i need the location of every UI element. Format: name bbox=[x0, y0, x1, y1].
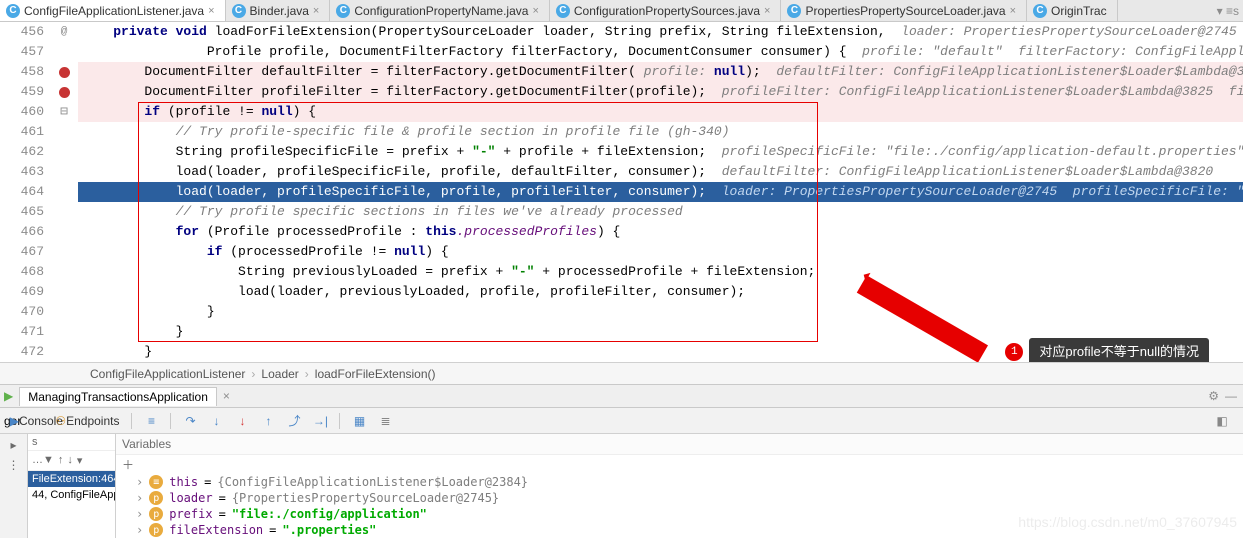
thread-dropdown-icon[interactable]: …▼ bbox=[32, 454, 54, 467]
tab-cps[interactable]: C ConfigurationPropertySources.java × bbox=[550, 0, 782, 21]
var-prefix: ›pprefix = "file:./config/application" bbox=[116, 506, 1243, 522]
frames-panel[interactable]: s …▼ ↑ ↓ ▾ FileExtension:464, 44, Config… bbox=[28, 434, 116, 538]
var-loader: ›ploader = {PropertiesPropertySourceLoad… bbox=[116, 490, 1243, 506]
callout-text: 对应profile不等于null的情况 bbox=[1029, 338, 1209, 362]
tab-origintrac[interactable]: C OriginTrac bbox=[1027, 0, 1118, 21]
endpoints-tab[interactable]: ⚇ Endpoints bbox=[51, 410, 123, 432]
evaluate-icon[interactable]: ▦ bbox=[348, 410, 370, 432]
tab-label: PropertiesPropertySourceLoader.java bbox=[805, 4, 1005, 18]
stack-frame[interactable]: 44, ConfigFileApplic bbox=[28, 487, 115, 503]
param-icon: p bbox=[149, 507, 163, 521]
console-tab[interactable]: ▶ Console bbox=[25, 410, 47, 432]
close-icon[interactable]: × bbox=[208, 5, 214, 17]
tabs-overflow-icon[interactable]: ▾ ≡s bbox=[1213, 0, 1243, 21]
breakpoint-icon[interactable] bbox=[59, 87, 70, 98]
java-class-icon: C bbox=[556, 4, 570, 18]
tab-binder[interactable]: C Binder.java × bbox=[226, 0, 331, 21]
step-over-icon[interactable]: ↷ bbox=[179, 410, 201, 432]
callout-badge: 1 bbox=[1005, 343, 1023, 361]
gutter-marks[interactable]: @ ⊟ bbox=[50, 22, 78, 362]
force-step-into-icon[interactable]: ↓ bbox=[231, 410, 253, 432]
more-icon[interactable]: ⋮ bbox=[8, 458, 20, 472]
frames-header: s bbox=[28, 434, 115, 451]
java-class-icon: C bbox=[336, 4, 350, 18]
breakpoint-icon[interactable] bbox=[59, 67, 70, 78]
breadcrumb-item[interactable]: Loader bbox=[261, 367, 298, 381]
variables-panel[interactable]: Variables ＋ ›≡this = {ConfigFileApplicat… bbox=[116, 434, 1243, 538]
close-icon[interactable]: × bbox=[223, 389, 230, 403]
stack-frame[interactable]: FileExtension:464, bbox=[28, 471, 115, 487]
code-editor[interactable]: 456457458459 460461462463 464465466467 4… bbox=[0, 22, 1243, 362]
java-class-icon: C bbox=[1033, 4, 1047, 18]
trace-icon[interactable]: ≣ bbox=[374, 410, 396, 432]
code-area[interactable]: private void loadForFileExtension(Proper… bbox=[78, 22, 1243, 362]
var-this: ›≡this = {ConfigFileApplicationListener$… bbox=[116, 474, 1243, 490]
show-execution-icon[interactable]: ≡ bbox=[140, 410, 162, 432]
add-watch[interactable]: ＋ bbox=[116, 455, 1243, 474]
fold-icon[interactable]: ⊟ bbox=[60, 102, 68, 122]
run-config-label[interactable]: ManagingTransactionsApplication bbox=[19, 387, 217, 406]
tab-label: ConfigurationPropertyName.java bbox=[354, 4, 528, 18]
tab-configfile[interactable]: C ConfigFileApplicationListener.java × bbox=[0, 0, 226, 21]
step-out-icon[interactable]: ↑ bbox=[257, 410, 279, 432]
prev-frame-icon[interactable]: ↑ bbox=[58, 454, 64, 467]
tab-label: ConfigFileApplicationListener.java bbox=[24, 4, 204, 18]
close-icon[interactable]: × bbox=[764, 5, 770, 17]
chevron-right-icon: › bbox=[251, 367, 255, 381]
next-frame-icon[interactable]: ↓ bbox=[67, 454, 73, 467]
breadcrumb-item[interactable]: loadForFileExtension() bbox=[315, 367, 436, 381]
close-icon[interactable]: × bbox=[313, 5, 319, 17]
tab-ppsl[interactable]: C PropertiesPropertySourceLoader.java × bbox=[781, 0, 1027, 21]
breadcrumb[interactable]: ConfigFileApplicationListener › Loader › l… bbox=[0, 362, 1243, 384]
tab-cpn[interactable]: C ConfigurationPropertyName.java × bbox=[330, 0, 550, 21]
close-icon[interactable]: × bbox=[1010, 5, 1016, 17]
override-icon: @ bbox=[61, 22, 68, 42]
expand-icon[interactable]: › bbox=[136, 507, 143, 521]
run-to-cursor-icon[interactable]: →| bbox=[309, 410, 331, 432]
run-config-icon: ▶ bbox=[4, 389, 13, 403]
param-icon: p bbox=[149, 523, 163, 537]
debug-tool-tab: ▶ ManagingTransactionsApplication × ⚙ — bbox=[0, 384, 1243, 408]
rerun-icon[interactable]: ▸ bbox=[10, 438, 16, 452]
breadcrumb-item[interactable]: ConfigFileApplicationListener bbox=[90, 367, 245, 381]
java-class-icon: C bbox=[6, 4, 20, 18]
gear-icon[interactable]: ⚙ bbox=[1208, 389, 1219, 403]
java-class-icon: C bbox=[787, 4, 801, 18]
debug-panel: ▸ ⋮ s …▼ ↑ ↓ ▾ FileExtension:464, 44, Co… bbox=[0, 434, 1243, 534]
close-icon[interactable]: × bbox=[532, 5, 538, 17]
expand-icon[interactable]: › bbox=[136, 491, 143, 505]
annotation-callout: 1 对应profile不等于null的情况 bbox=[1005, 342, 1209, 362]
chevron-right-icon: › bbox=[305, 367, 309, 381]
minimize-icon[interactable]: — bbox=[1225, 389, 1237, 403]
line-number-gutter: 456457458459 460461462463 464465466467 4… bbox=[0, 22, 50, 362]
expand-icon[interactable]: › bbox=[136, 475, 143, 489]
tab-label: ConfigurationPropertySources.java bbox=[574, 4, 760, 18]
debug-toolbar: ger ▶ Console ⚇ Endpoints ≡ ↷ ↓ ↓ ↑ ⤴ →|… bbox=[0, 408, 1243, 434]
equals-icon: ≡ bbox=[149, 475, 163, 489]
expand-icon[interactable]: › bbox=[136, 523, 143, 537]
var-fileextension: ›pfileExtension = ".properties" bbox=[116, 522, 1243, 538]
step-into-icon[interactable]: ↓ bbox=[205, 410, 227, 432]
filter-icon[interactable]: ▾ bbox=[77, 454, 83, 467]
debug-side-toolbar: ▸ ⋮ bbox=[0, 434, 28, 538]
execution-point: load(loader, profileSpecificFile, profil… bbox=[78, 182, 1243, 202]
tab-label: Binder.java bbox=[250, 4, 309, 18]
java-class-icon: C bbox=[232, 4, 246, 18]
drop-frame-icon[interactable]: ⤴ bbox=[283, 410, 305, 432]
param-icon: p bbox=[149, 491, 163, 505]
tab-label: OriginTrac bbox=[1051, 4, 1107, 18]
editor-tabs: C ConfigFileApplicationListener.java × C Bi… bbox=[0, 0, 1243, 22]
variables-header: Variables bbox=[116, 434, 1243, 455]
layout-icon[interactable]: ◧ bbox=[1211, 410, 1233, 432]
